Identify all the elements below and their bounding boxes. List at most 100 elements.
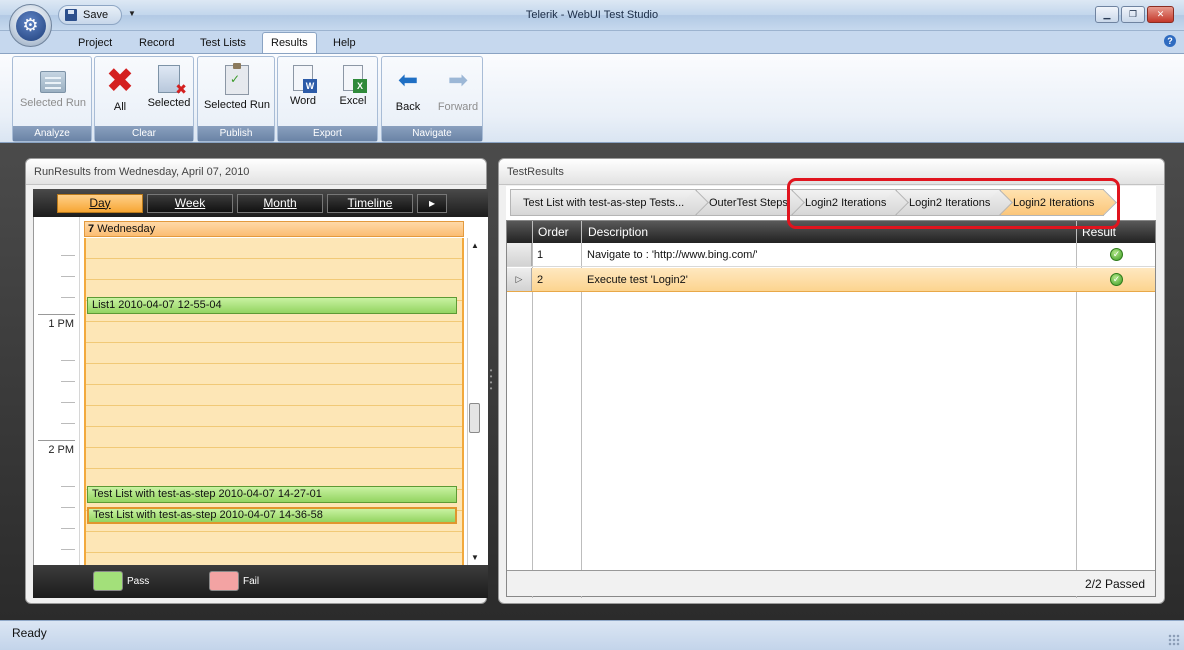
clear-all-button[interactable]: ✖ All bbox=[95, 62, 145, 113]
row-description: Execute test 'Login2' bbox=[587, 274, 688, 286]
calendar-scrollbar[interactable]: ▲ ▼ bbox=[467, 238, 481, 565]
table-row-selected[interactable]: ▷ 2 Execute test 'Login2' ✓ bbox=[507, 268, 1155, 292]
ribbon: Selected Run Analyze ✖ All Selected Clea… bbox=[0, 53, 1184, 143]
clear-selected-button[interactable]: Selected bbox=[143, 65, 195, 109]
time-tick bbox=[61, 381, 75, 382]
day-name: Wednesday bbox=[97, 223, 156, 235]
group-analyze: Selected Run Analyze bbox=[12, 56, 92, 142]
delete-x-icon: ✖ bbox=[105, 62, 135, 100]
row-indicator[interactable]: ▷ bbox=[507, 268, 532, 291]
time-ruler: 1 PM 2 PM bbox=[34, 217, 80, 565]
close-button[interactable]: ✕ bbox=[1147, 6, 1174, 23]
maximize-button[interactable]: ❐ bbox=[1121, 6, 1145, 23]
day-header: 7 Wednesday bbox=[84, 221, 464, 237]
tab-project[interactable]: Project bbox=[70, 35, 120, 53]
analyze-selected-run-label: Selected Run bbox=[19, 97, 87, 109]
appointment-item[interactable]: List1 2010-04-07 12-55-04 bbox=[87, 297, 457, 314]
time-tick bbox=[61, 486, 75, 487]
breadcrumb-label: OuterTest Steps bbox=[709, 197, 788, 209]
breadcrumb-label: Login2 Iterations bbox=[909, 197, 991, 209]
gear-icon: ⚙ bbox=[15, 10, 46, 41]
breadcrumb-item-current[interactable]: Login2 Iterations bbox=[1000, 189, 1104, 216]
run-list-icon bbox=[40, 71, 66, 93]
calendar-view-toolbar: Day Week Month Timeline ▸ bbox=[33, 189, 488, 217]
column-header-order[interactable]: Order bbox=[538, 225, 569, 239]
view-next-button[interactable]: ▸ bbox=[417, 193, 447, 213]
column-header-result[interactable]: Result bbox=[1082, 225, 1116, 239]
time-label-1pm: 1 PM bbox=[48, 318, 74, 330]
time-tick bbox=[61, 276, 75, 277]
group-label-clear: Clear bbox=[95, 126, 193, 141]
export-word-button[interactable]: Word bbox=[278, 65, 328, 107]
hour-line bbox=[38, 440, 75, 441]
results-summary: 2/2 Passed bbox=[1084, 577, 1145, 591]
time-label-2pm: 2 PM bbox=[48, 444, 74, 456]
breadcrumb-item[interactable]: OuterTest Steps bbox=[696, 189, 792, 216]
publish-selected-run-button[interactable]: Selected Run bbox=[202, 63, 272, 111]
fail-swatch bbox=[209, 571, 239, 591]
breadcrumb-item[interactable]: Test List with test-as-step Tests... bbox=[510, 189, 696, 216]
export-excel-label: Excel bbox=[339, 95, 367, 107]
group-label-navigate: Navigate bbox=[382, 126, 482, 141]
analyze-selected-run-button[interactable]: Selected Run bbox=[19, 65, 87, 109]
tab-test-lists[interactable]: Test Lists bbox=[192, 35, 254, 53]
time-tick bbox=[61, 360, 75, 361]
hour-line bbox=[38, 314, 75, 315]
time-tick bbox=[61, 423, 75, 424]
scrollbar-thumb[interactable] bbox=[469, 403, 480, 433]
window-title: Telerik - WebUI Test Studio bbox=[525, 9, 659, 21]
row-order: 2 bbox=[537, 274, 544, 286]
pass-check-icon: ✓ bbox=[1110, 273, 1123, 286]
minimize-button[interactable]: ▁ bbox=[1095, 6, 1119, 23]
group-export: Word Excel Export bbox=[277, 56, 378, 142]
navigate-forward-label: Forward bbox=[437, 101, 479, 113]
navigate-back-button[interactable]: ⬅ Back bbox=[382, 65, 434, 113]
export-excel-button[interactable]: Excel bbox=[328, 65, 378, 107]
navigate-forward-button[interactable]: ➡ Forward bbox=[432, 65, 484, 113]
row-indicator[interactable] bbox=[507, 243, 532, 266]
table-row[interactable]: 1 Navigate to : 'http://www.bing.com/' ✓ bbox=[507, 243, 1155, 267]
clipboard-check-icon bbox=[225, 63, 249, 95]
group-label-publish: Publish bbox=[198, 126, 274, 141]
panel-splitter-grip[interactable]: • • • • bbox=[489, 367, 493, 398]
appointment-item[interactable]: Test List with test-as-step 2010-04-07 1… bbox=[87, 486, 457, 503]
time-tick bbox=[61, 255, 75, 256]
scroll-up-icon[interactable]: ▲ bbox=[471, 241, 479, 250]
clear-selected-label: Selected bbox=[147, 97, 191, 109]
test-results-title: TestResults bbox=[499, 159, 1164, 185]
tab-help[interactable]: Help bbox=[325, 35, 364, 53]
view-timeline-button[interactable]: Timeline bbox=[327, 193, 413, 213]
view-week-button[interactable]: Week bbox=[147, 193, 233, 213]
navigate-back-label: Back bbox=[395, 101, 421, 113]
clear-all-label: All bbox=[113, 101, 127, 113]
pass-check-icon: ✓ bbox=[1110, 248, 1123, 261]
resize-grip-icon[interactable] bbox=[1168, 634, 1180, 646]
breadcrumb-item[interactable]: Login2 Iterations bbox=[792, 189, 896, 216]
status-bar: Ready bbox=[0, 620, 1184, 650]
tab-record[interactable]: Record bbox=[131, 35, 182, 53]
breadcrumb-label: Login2 Iterations bbox=[805, 197, 887, 209]
title-bar: Save ▼ Telerik - WebUI Test Studio ▁ ❐ ✕ bbox=[0, 0, 1184, 31]
tab-results[interactable]: Results bbox=[262, 32, 317, 54]
breadcrumb-item[interactable]: Login2 Iterations bbox=[896, 189, 1000, 216]
scroll-down-icon[interactable]: ▼ bbox=[471, 553, 479, 562]
view-month-button[interactable]: Month bbox=[237, 193, 323, 213]
row-order: 1 bbox=[537, 249, 544, 261]
status-text: Ready bbox=[12, 626, 47, 640]
run-results-title: RunResults from Wednesday, April 07, 201… bbox=[26, 159, 486, 185]
application-menu-button[interactable]: ⚙ bbox=[9, 4, 52, 47]
view-day-button[interactable]: Day bbox=[57, 193, 143, 213]
help-icon[interactable]: ? bbox=[1164, 35, 1176, 47]
group-label-export: Export bbox=[278, 126, 377, 141]
day-number: 7 bbox=[88, 223, 95, 235]
group-clear: ✖ All Selected Clear bbox=[94, 56, 194, 142]
column-header-description[interactable]: Description bbox=[588, 225, 648, 239]
delete-selected-icon bbox=[158, 65, 187, 98]
appointment-item-selected[interactable]: Test List with test-as-step 2010-04-07 1… bbox=[87, 507, 457, 524]
main-area: RunResults from Wednesday, April 07, 201… bbox=[0, 143, 1184, 620]
test-results-panel: TestResults Test List with test-as-step … bbox=[498, 158, 1165, 604]
breadcrumb-label: Login2 Iterations bbox=[1013, 197, 1095, 209]
export-word-label: Word bbox=[289, 95, 317, 107]
day-calendar[interactable]: 1 PM 2 PM 7 Wednesday List1 2010-04-07 1… bbox=[33, 217, 488, 565]
group-publish: Selected Run Publish bbox=[197, 56, 275, 142]
